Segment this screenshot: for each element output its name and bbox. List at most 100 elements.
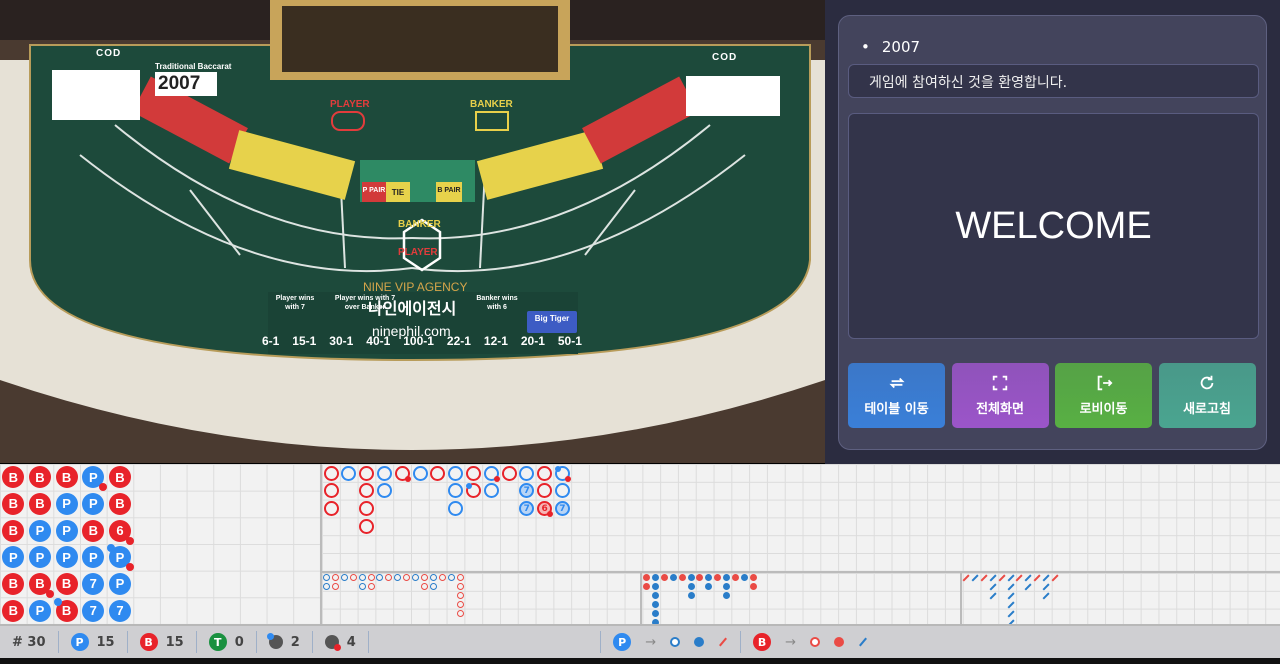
player-pair-value: 2 [290, 634, 300, 650]
small-road-mark-blue [651, 609, 659, 617]
welcome-message: 게임에 참여하신 것을 환영합니다. [848, 64, 1259, 98]
banker-pair-value: 4 [346, 634, 356, 650]
big-eye-mark-blue [358, 574, 366, 581]
road-divider [640, 571, 642, 624]
big-eye-mark-red [367, 582, 375, 590]
banker-pair-dot [125, 536, 134, 545]
payout-value: 40-1 [366, 334, 391, 348]
player-prediction[interactable]: P → [600, 631, 742, 653]
big-eye-mark-red [420, 582, 428, 590]
player-zone-label: PLAYER [398, 247, 438, 258]
bead-player: P [28, 519, 51, 542]
big-eye-mark-blue [429, 574, 437, 581]
big-road-banker [394, 465, 411, 482]
swap-icon [888, 377, 905, 389]
banker-zone-label: BANKER [398, 219, 441, 230]
bead-player: P [55, 492, 78, 515]
payout-value: 15-1 [292, 334, 317, 348]
button-exit[interactable]: 로비이동 [1055, 363, 1152, 428]
button-swap[interactable]: 테이블 이동 [848, 363, 945, 428]
small-road-mark-red [643, 574, 650, 581]
arrow-icon: → [785, 634, 796, 650]
player-count: P 15 [59, 631, 128, 653]
banker-ask-icon: B [753, 633, 772, 651]
payout-list: 6-1 15-1 30-1 40-1 100-1 22-1 12-1 20-1 50-1 [262, 334, 582, 348]
button-refresh[interactable]: 새로고침 [1158, 363, 1256, 428]
bead-player: P [82, 466, 108, 492]
big-eye-mark-blue [323, 574, 330, 581]
player-pair-dot [554, 465, 561, 472]
bead-banker: B [108, 492, 131, 515]
big-eye-mark-blue [340, 574, 348, 581]
side-bet-player-7: Player wins with 7 [275, 295, 315, 311]
big-eye-mark-red [367, 574, 375, 581]
button-label: 전체화면 [976, 402, 1024, 417]
baccarat-table-image [0, 0, 825, 463]
banker-label: BANKER [470, 99, 513, 110]
bead-player: P [108, 572, 131, 595]
big-eye-prediction-icon [670, 637, 681, 647]
big-road-player [519, 465, 535, 481]
button-fullscreen[interactable]: 전체화면 [951, 363, 1049, 428]
player-label: PLAYER [330, 99, 370, 110]
big-road [320, 464, 1280, 571]
small-road-mark-red [660, 574, 668, 581]
table-id: 2007 [881, 38, 921, 56]
small-road-mark-blue [669, 574, 677, 581]
big-eye-mark-red [331, 582, 339, 590]
big-road-banker [323, 465, 339, 481]
player-pair-icon [266, 633, 283, 649]
small-road-mark-blue [651, 600, 659, 608]
big-road-banker [465, 465, 481, 481]
banker-pair-dot [404, 475, 411, 482]
big-road-banker [537, 465, 553, 481]
big-road-banker [359, 465, 375, 481]
big-eye-mark-blue [323, 582, 330, 590]
info-card: • 2007 게임에 참여하신 것을 환영합니다. WELCOME 테이블 이동 전… [838, 15, 1267, 450]
bead-player: P [55, 519, 78, 542]
big-eye-mark-blue [447, 574, 455, 581]
tie-label: TIE [391, 188, 405, 197]
big-road-banker [430, 465, 446, 481]
banker-prediction[interactable]: B → [741, 631, 880, 653]
tie-count: T0 [197, 631, 257, 653]
big-eye-mark-blue [412, 574, 419, 581]
small-road-mark-blue [687, 582, 695, 590]
bead-banker: B [82, 519, 105, 542]
banker-count-value: 15 [165, 634, 184, 650]
small-road-mark-blue [651, 591, 659, 599]
small-road-mark-blue [651, 574, 659, 581]
big-road-banker [501, 465, 517, 481]
small-road-mark-red [678, 574, 686, 581]
button-label: 테이블 이동 [864, 402, 929, 417]
payout-value: 100-1 [403, 334, 434, 348]
fullscreen-icon [992, 375, 1008, 391]
bead-banker: B [28, 572, 54, 598]
refresh-icon [1200, 375, 1214, 390]
big-road-player [483, 483, 499, 499]
banker-count: B 15 [128, 631, 197, 653]
payout-value: 50-1 [557, 334, 582, 348]
small-road-mark-red [749, 574, 757, 581]
player-ask-icon: P [613, 633, 632, 651]
big-road-player [412, 465, 428, 481]
small-road-prediction-icon [834, 637, 844, 647]
bead-player: 7 [82, 599, 105, 622]
bead-banker: B [53, 597, 78, 622]
bead-player: P [28, 599, 51, 622]
derived-roads [320, 571, 1280, 624]
bead-banker: B [55, 466, 78, 489]
cockroach-prediction-icon [859, 637, 867, 647]
player-pair-dot [53, 597, 62, 606]
big-eye-prediction-icon [810, 637, 820, 647]
tie-count-value: 0 [234, 634, 244, 650]
bead-banker: B [28, 492, 51, 515]
stats-bar: # 30 P 15 B 15 T0 2 4 P → B → [0, 624, 1280, 658]
round-count-text: # 30 [12, 634, 46, 650]
big-eye-mark-red [456, 582, 464, 590]
scoreboard: BBBPBBBBPPBPBPPPBBPPBP77BB6PP77767 [0, 464, 1280, 626]
banker-pair-dot [564, 475, 571, 482]
player-count-value: 15 [96, 634, 115, 650]
payout-value: 6-1 [262, 334, 280, 348]
big-eye-mark-red [456, 600, 464, 608]
